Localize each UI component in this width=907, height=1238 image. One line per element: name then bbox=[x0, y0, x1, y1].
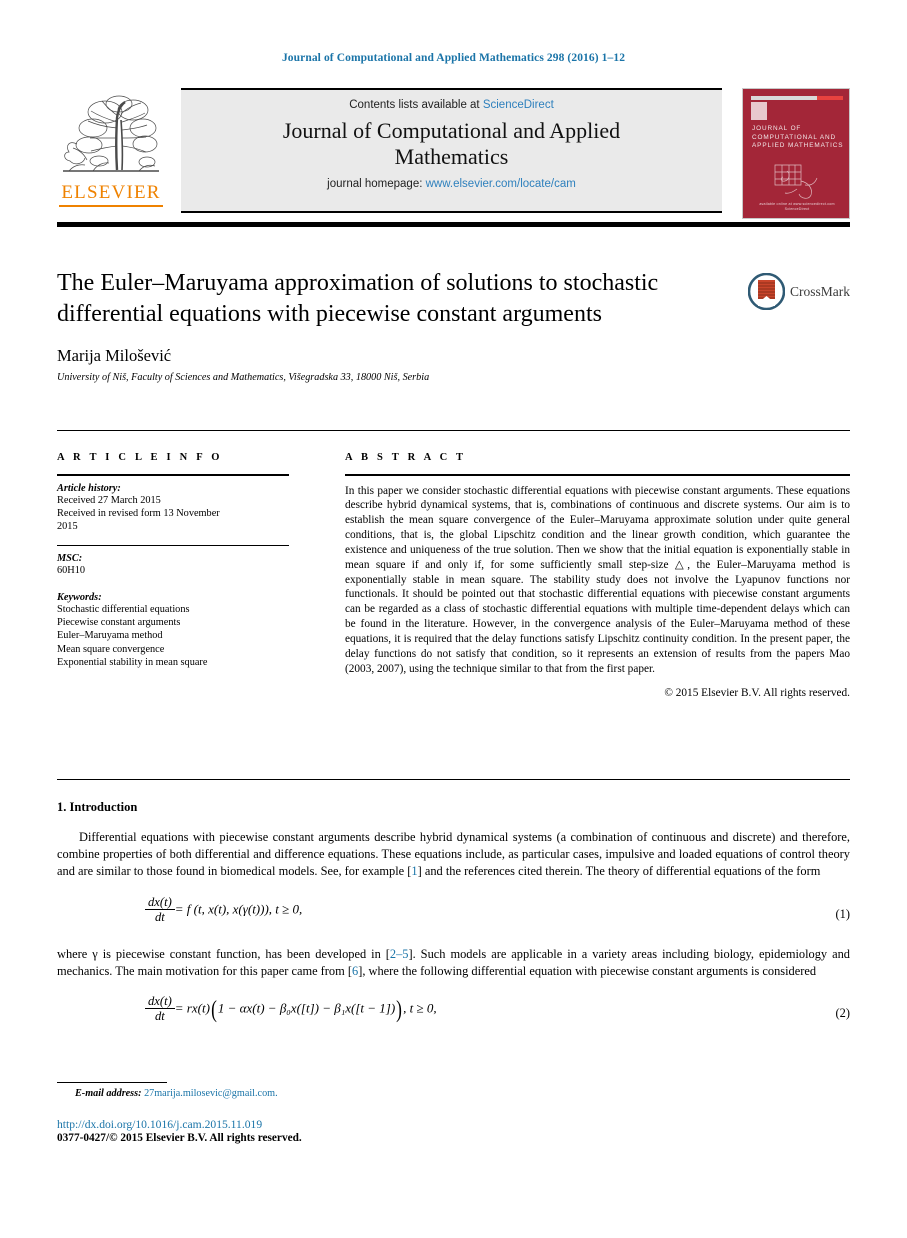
journal-cover-image: JOURNAL OF COMPUTATIONAL AND APPLIED MAT… bbox=[742, 88, 850, 219]
abstract-rule bbox=[345, 474, 850, 476]
homepage-link[interactable]: www.elsevier.com/locate/cam bbox=[426, 178, 576, 190]
elsevier-logo: ELSEVIER bbox=[57, 90, 165, 211]
sciencedirect-link[interactable]: ScienceDirect bbox=[483, 99, 554, 111]
equation-2-rhs-pre: = rx(t) bbox=[174, 1000, 210, 1016]
cover-topbar-accent bbox=[817, 96, 843, 100]
journal-title: Journal of Computational and Applied Mat… bbox=[282, 118, 621, 169]
cover-title: JOURNAL OF COMPUTATIONAL AND APPLIED MAT… bbox=[752, 125, 844, 150]
equation-2-body: dx(t) dt = rx(t)(1 − αx(t) − β₀x([t]) − β₁… bbox=[145, 994, 437, 1024]
abstract-text: In this paper we consider stochastic dif… bbox=[345, 484, 850, 675]
cover-topbar bbox=[751, 96, 843, 100]
intro-paragraph-1: Differential equations with piecewise co… bbox=[57, 829, 850, 881]
abstract-copyright: © 2015 Elsevier B.V. All rights reserved… bbox=[664, 687, 850, 700]
msc-label: MSC: bbox=[57, 553, 83, 565]
masthead-heavy-rule bbox=[57, 222, 850, 227]
issn-copyright-line: 0377-0427/© 2015 Elsevier B.V. All right… bbox=[57, 1132, 302, 1144]
page-title: The Euler–Maruyama approximation of solu… bbox=[57, 270, 659, 327]
footnote-rule bbox=[57, 1082, 167, 1084]
equation-2-fraction: dx(t) dt bbox=[145, 994, 175, 1023]
section-heading-introduction: 1. Introduction bbox=[57, 800, 138, 814]
page-footer: http://dx.doi.org/10.1016/j.cam.2015.11.… bbox=[57, 1118, 557, 1144]
equation-1-number: (1) bbox=[835, 906, 850, 921]
equation-1-row: dx(t) dt = f (t, x(t), x(γ(t))), t ≥ 0, (1… bbox=[57, 895, 850, 932]
equation-2-numerator: dx(t) bbox=[148, 994, 172, 1009]
keyword-item: Exponential stability in mean square bbox=[57, 657, 208, 669]
equation-2-denominator: dt bbox=[145, 1008, 175, 1023]
masthead-rule-bottom bbox=[181, 211, 722, 213]
keyword-item: Stochastic differential equations bbox=[57, 603, 190, 615]
article-history-line: Received in revised form 13 November bbox=[57, 507, 220, 519]
article-info-rule-2 bbox=[57, 544, 289, 547]
equation-2-rhs-post: , t ≥ 0, bbox=[403, 1000, 437, 1016]
running-head: Journal of Computational and Applied Mat… bbox=[281, 52, 626, 64]
abstract-column: A B S T R A C T In this paper we conside… bbox=[345, 452, 850, 699]
footnote-label: E-mail address: bbox=[75, 1088, 142, 1099]
equation-2-rhs-inner: 1 − αx(t) − β₀x([t]) − β₁x([t − 1]) bbox=[217, 1000, 396, 1016]
article-history-line: Received 27 March 2015 bbox=[57, 494, 161, 506]
article-history-label: Article history: bbox=[57, 482, 121, 494]
intro-p2-part-a: where γ is piecewise constant function, … bbox=[57, 946, 390, 961]
article-info-rule-1 bbox=[57, 474, 289, 476]
keyword-item: Piecewise constant arguments bbox=[57, 617, 181, 629]
paper-page: Journal of Computational and Applied Mat… bbox=[0, 0, 907, 1238]
equation-1-rhs: = f (t, x(t), x(γ(t))), t ≥ 0, bbox=[174, 901, 303, 917]
keyword-item: Mean square convergence bbox=[57, 643, 165, 655]
keyword-item: Euler–Maruyama method bbox=[57, 630, 163, 642]
contents-prefix: Contents lists available at bbox=[349, 99, 483, 111]
crossmark-label: CrossMark bbox=[790, 284, 850, 299]
intro-p2-part-c: ], where the following differential equa… bbox=[358, 963, 817, 978]
article-history-line: 2015 bbox=[57, 521, 78, 533]
equation-2-number: (2) bbox=[835, 1006, 850, 1021]
abstract-bottom-rule bbox=[57, 779, 850, 780]
crossmark-badge[interactable]: CrossMark bbox=[748, 273, 850, 313]
crossmark-icon bbox=[748, 273, 785, 310]
article-info-column: A R T I C L E I N F O Article history: R… bbox=[57, 452, 289, 670]
intro-paragraph-2: where γ is piecewise constant function, … bbox=[57, 946, 850, 980]
title-block: The Euler–Maruyama approximation of solu… bbox=[57, 268, 717, 383]
elsevier-wordmark: ELSEVIER bbox=[61, 182, 161, 203]
equation-1-body: dx(t) dt = f (t, x(t), x(γ(t))), t ≥ 0, bbox=[145, 895, 303, 925]
equation-2-row: dx(t) dt = rx(t)(1 − αx(t) − β₀x([t]) − β₁… bbox=[57, 994, 850, 1031]
author-name: Marija Milošević bbox=[57, 346, 172, 365]
info-top-rule bbox=[57, 430, 850, 431]
footnote: E-mail address: 27marija.milosevic@gmail… bbox=[57, 1088, 557, 1099]
footnote-email-link[interactable]: 27marija.milosevic@gmail.com. bbox=[144, 1088, 278, 1099]
cover-footer-text: available online at www.sciencedirect.co… bbox=[759, 202, 835, 211]
elsevier-underline bbox=[59, 205, 163, 207]
citation-ref-2-5[interactable]: 2–5 bbox=[390, 947, 409, 961]
masthead-center: Contents lists available at ScienceDirec… bbox=[181, 90, 722, 211]
elsevier-tree-icon bbox=[63, 95, 159, 172]
cover-elsevier-mini-icon bbox=[751, 102, 767, 120]
doi-link[interactable]: http://dx.doi.org/10.1016/j.cam.2015.11.… bbox=[57, 1118, 557, 1131]
equation-1-numerator: dx(t) bbox=[148, 894, 172, 909]
equation-1-denominator: dt bbox=[145, 908, 175, 924]
abstract-heading: A B S T R A C T bbox=[345, 452, 467, 463]
journal-masthead: Contents lists available at ScienceDirec… bbox=[57, 88, 850, 222]
msc-value: 60H10 bbox=[57, 565, 86, 577]
equation-1-fraction: dx(t) dt bbox=[145, 895, 175, 924]
homepage-prefix: journal homepage: bbox=[327, 178, 426, 190]
body-column: 1. Introduction Differential equations w… bbox=[57, 800, 850, 1045]
intro-p1-part-b: ] and the references cited therein. The … bbox=[417, 864, 821, 879]
contents-line: Contents lists available at ScienceDirec… bbox=[181, 99, 722, 111]
homepage-line: journal homepage: www.elsevier.com/locat… bbox=[181, 178, 722, 190]
cover-figure-icon bbox=[774, 164, 818, 199]
author-affiliation: University of Niš, Faculty of Sciences a… bbox=[57, 372, 430, 383]
keywords-label: Keywords: bbox=[57, 591, 102, 603]
article-info-heading: A R T I C L E I N F O bbox=[57, 452, 223, 463]
